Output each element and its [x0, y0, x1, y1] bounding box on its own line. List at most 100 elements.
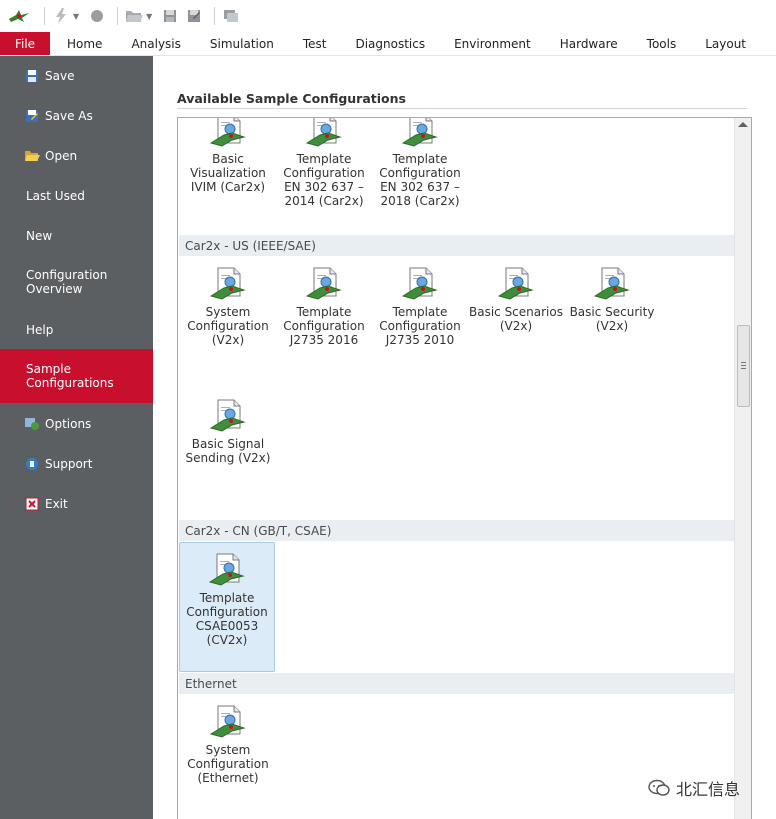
configuration-file-icon [208, 397, 248, 433]
group-header-car2x-us: Car2x - US (IEEE/SAE) [179, 235, 751, 256]
tab-hardware[interactable]: Hardware [543, 32, 630, 55]
group-header-ethernet: Ethernet [179, 673, 751, 694]
tab-layout[interactable]: Layout [688, 32, 758, 55]
scrollbar-thumb[interactable] [737, 325, 750, 407]
main-content: Available Sample Configurations Basic Vi… [153, 56, 776, 819]
open-folder-icon[interactable] [124, 5, 144, 27]
lightning-icon[interactable] [51, 5, 71, 27]
config-item-label: Template Configuration EN 302 637 – 2018… [379, 152, 461, 208]
open-folder-icon [24, 148, 40, 164]
support-icon [24, 456, 40, 472]
config-item-label: System Configuration (Ethernet) [187, 743, 269, 785]
wechat-icon [648, 779, 670, 796]
app-logo-icon[interactable] [4, 5, 34, 27]
toolbar-separator [214, 7, 216, 25]
configuration-file-icon [400, 265, 440, 301]
config-item-basic-security-v2x[interactable]: Basic Security (V2x) [564, 265, 660, 333]
vertical-scrollbar[interactable] [734, 118, 751, 819]
grip-line [741, 365, 746, 366]
record-icon[interactable] [87, 5, 107, 27]
config-item-label: Basic Scenarios (V2x) [468, 305, 563, 333]
save-icon [24, 68, 40, 84]
configuration-file-icon [400, 118, 440, 148]
sidebar-item-label: Support [45, 457, 93, 471]
open-dropdown-icon[interactable]: ▼ [146, 12, 152, 21]
configuration-file-icon [496, 265, 536, 301]
config-item-basic-signal-sending-v2x[interactable]: Basic Signal Sending (V2x) [180, 397, 276, 465]
title-divider [177, 108, 747, 109]
config-item-template-en-302-637-2014[interactable]: Template Configuration EN 302 637 – 2014… [276, 118, 372, 208]
sidebar-item-save[interactable]: Save [0, 60, 153, 92]
save-as-icon[interactable] [184, 5, 204, 27]
tab-file[interactable]: File [0, 32, 50, 55]
sidebar-item-label: Exit [45, 497, 68, 511]
config-item-template-en-302-637-2018[interactable]: Template Configuration EN 302 637 – 2018… [372, 118, 468, 208]
config-item-label: Template Configuration J2735 2010 [379, 305, 461, 347]
page-title: Available Sample Configurations [177, 91, 406, 106]
tab-analysis[interactable]: Analysis [114, 32, 192, 55]
save-icon[interactable] [160, 5, 180, 27]
configuration-icon[interactable] [221, 5, 241, 27]
save-as-icon [24, 108, 40, 124]
sidebar-item-label: Configuration Overview [26, 268, 108, 296]
configuration-file-icon [207, 551, 247, 587]
tab-home[interactable]: Home [50, 32, 114, 55]
config-item-system-configuration-ethernet[interactable]: System Configuration (Ethernet) [180, 703, 276, 785]
sidebar-item-options[interactable]: Options [0, 408, 153, 440]
sidebar-item-label: Help [26, 323, 54, 337]
exit-icon [24, 496, 40, 512]
sidebar-item-support[interactable]: Support [0, 448, 153, 480]
sidebar-item-label: Open [45, 149, 78, 163]
config-item-template-j2735-2010[interactable]: Template Configuration J2735 2010 [372, 265, 468, 347]
tab-tools[interactable]: Tools [630, 32, 689, 55]
toolbar-separator [117, 7, 119, 25]
watermark-text: 北汇信息 [676, 780, 741, 799]
config-item-system-configuration-v2x[interactable]: System Configuration (V2x) [180, 265, 276, 347]
sidebar-item-label: Last Used [26, 189, 85, 203]
quick-access-toolbar: ▼ ▼ [0, 0, 776, 32]
sidebar-item-label: Save [45, 69, 75, 83]
tab-test[interactable]: Test [286, 32, 339, 55]
backstage-sidebar: Save Save As Open Last Used New Configur… [0, 56, 153, 819]
options-icon [24, 416, 40, 432]
configuration-file-icon [304, 118, 344, 148]
grip-line [741, 362, 746, 363]
scroll-up-arrow-icon[interactable] [738, 122, 748, 127]
watermark: 北汇信息 [648, 776, 740, 800]
sidebar-item-last-used[interactable]: Last Used [0, 180, 153, 212]
sidebar-item-help[interactable]: Help [0, 314, 153, 346]
config-item-label: Basic Security (V2x) [569, 305, 655, 333]
tab-diagnostics[interactable]: Diagnostics [338, 32, 437, 55]
sidebar-item-new[interactable]: New [0, 220, 153, 252]
sidebar-item-label: Save As [45, 109, 93, 123]
config-item-label: Basic Signal Sending (V2x) [185, 437, 271, 465]
sidebar-item-save-as[interactable]: Save As [0, 100, 153, 132]
config-item-basic-scenarios-v2x[interactable]: Basic Scenarios (V2x) [468, 265, 564, 333]
sidebar-item-configuration-overview[interactable]: Configuration Overview [0, 260, 153, 304]
toolbar-separator [44, 7, 45, 25]
group-header-car2x-cn: Car2x - CN (GB/T, CSAE) [179, 520, 751, 541]
sidebar-item-label: New [26, 229, 53, 243]
config-item-label: Template Configuration EN 302 637 – 2014… [283, 152, 365, 208]
configuration-file-icon [592, 265, 632, 301]
sidebar-item-sample-configurations[interactable]: Sample Configurations [0, 349, 153, 403]
configuration-file-icon [208, 265, 248, 301]
sidebar-item-exit[interactable]: Exit [0, 488, 153, 520]
tab-environment[interactable]: Environment [437, 32, 543, 55]
sample-configurations-list[interactable]: Basic Visualization IVIM (Car2x) Templat… [177, 117, 752, 819]
sidebar-item-label: Options [45, 417, 92, 431]
config-item-basic-visualization-ivim[interactable]: Basic Visualization IVIM (Car2x) [180, 118, 276, 194]
config-item-label: Template Configuration CSAE0053 (CV2x) [186, 591, 268, 647]
sidebar-item-open[interactable]: Open [0, 140, 153, 172]
ribbon-tab-bar: File Home Analysis Simulation Test Diagn… [0, 32, 776, 56]
lightning-dropdown-icon[interactable]: ▼ [73, 12, 79, 21]
configuration-file-icon [208, 703, 248, 739]
tab-simulation[interactable]: Simulation [193, 32, 286, 55]
configuration-file-icon [208, 118, 248, 148]
grip-line [741, 368, 746, 369]
config-item-template-j2735-2016[interactable]: Template Configuration J2735 2016 [276, 265, 372, 347]
config-item-template-csae0053[interactable]: Template Configuration CSAE0053 (CV2x) [179, 542, 275, 672]
config-item-label: Template Configuration J2735 2016 [283, 305, 365, 347]
sidebar-item-label: Sample Configurations [26, 362, 114, 390]
config-item-label: System Configuration (V2x) [187, 305, 269, 347]
